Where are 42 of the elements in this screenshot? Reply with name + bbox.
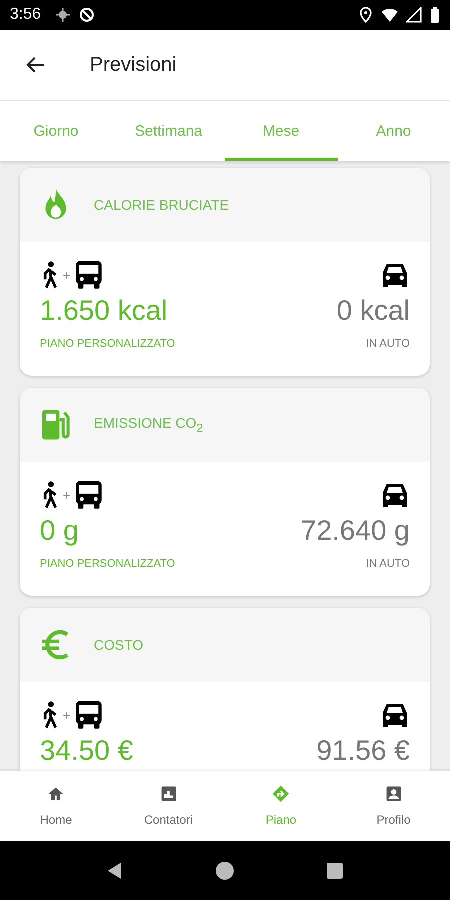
clock: 3:56 [10,6,42,24]
tab[interactable]: Mese [225,101,338,161]
home-icon [47,785,66,803]
home-icon[interactable] [215,861,235,881]
recents-icon[interactable] [325,861,345,881]
plan-label: PIANO PERSONALIZZATO [40,558,176,570]
bus-icon [74,260,104,290]
fuel-pump-icon [40,407,72,443]
plan-value: 0 g [40,514,79,548]
screen-title: Previsioni [90,54,177,76]
wifi-icon [382,7,398,23]
location-icon [358,7,374,23]
chart-icon [160,785,178,803]
bus-icon [74,480,104,510]
sync-off-icon [79,7,96,23]
plan-label: PIANO PERSONALIZZATO [40,338,176,350]
bus-icon [74,700,104,730]
nav-item[interactable]: Piano [225,771,338,841]
profile-icon [384,785,403,803]
plan-value: 1.650 kcal [40,294,168,328]
battery-icon [430,7,440,23]
car-value: 91.56 € [316,734,410,768]
car-value: 0 kcal [336,294,410,328]
car-value: 72.640 g [301,514,410,548]
tab[interactable]: Anno [338,101,450,161]
tab[interactable]: Settimana [112,101,225,161]
plus-sign: + [63,268,71,282]
plan-value: 34.50 € [40,734,134,768]
plus-sign: + [63,488,71,502]
card-title: COSTO [94,637,144,653]
nav-item[interactable]: Home [0,771,112,841]
signal-icon [406,7,422,23]
card-title: CALORIE BRUCIATE [94,197,230,213]
nav-item[interactable]: Profilo [338,771,450,841]
tab[interactable]: Giorno [0,101,112,161]
car-label: IN AUTO [366,558,410,570]
card-title: EMISSIONE CO$_{2}$ [94,415,204,435]
car-label: IN AUTO [366,338,410,350]
gps-icon [55,7,72,23]
plus-sign: + [63,708,71,722]
route-sign-icon [272,785,290,803]
nav-item[interactable]: Contatori [112,771,225,841]
